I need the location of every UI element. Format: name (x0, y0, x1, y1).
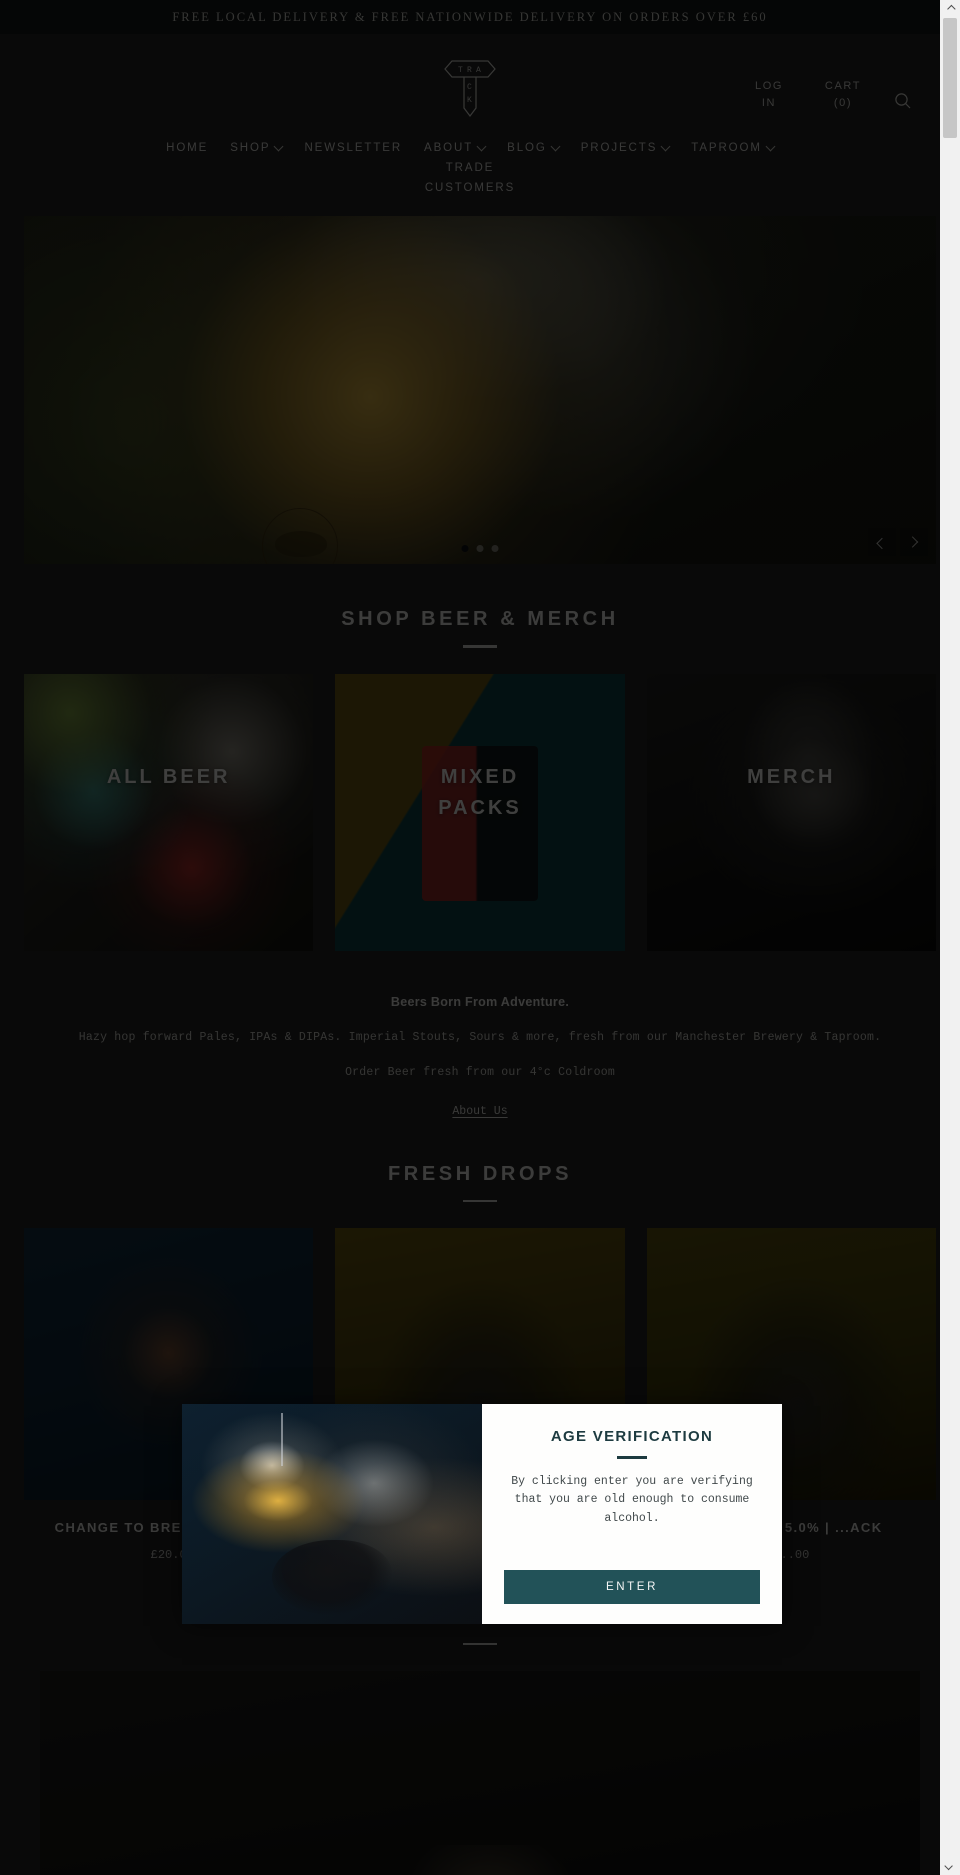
nav-item-shop[interactable]: SHOP (230, 138, 284, 158)
nav-label: ABOUT (424, 142, 474, 154)
chevron-down-icon (273, 141, 284, 151)
chevron-down-icon (660, 141, 671, 151)
nav-label: NEWSLETTER (304, 142, 403, 154)
nav-label: SHOP (230, 142, 271, 154)
age-verification-modal: AGE VERIFICATION By clicking enter you a… (182, 1404, 782, 1624)
nav-label: TRADE (445, 162, 495, 174)
nav-item-about[interactable]: ABOUT (424, 138, 487, 158)
page-root: FREE LOCAL DELIVERY & FREE NATIONWIDE DE… (0, 0, 960, 1875)
nav-row-3: CUSTOMERS (40, 178, 900, 198)
nav-item-trade-customers[interactable]: TRADE (446, 158, 494, 178)
shop-section-header: SHOP BEER & MERCH (0, 564, 960, 648)
shop-section-title: SHOP BEER & MERCH (341, 608, 619, 630)
login-link[interactable]: LOG IN (746, 78, 792, 112)
fresh-drops-header: FRESH DROPS (0, 1119, 960, 1202)
chevron-right-icon (906, 536, 919, 548)
chevron-left-icon (876, 537, 888, 550)
nav-item-blog[interactable]: BLOG (507, 138, 561, 158)
announcement-bar: FREE LOCAL DELIVERY & FREE NATIONWIDE DE… (0, 0, 940, 34)
search-icon[interactable] (894, 92, 912, 110)
nav-item-home[interactable]: HOME (166, 138, 208, 158)
chevron-down-icon (550, 141, 561, 151)
age-modal-title: AGE VERIFICATION (550, 1428, 714, 1445)
site-logo[interactable]: T R A C K (438, 52, 502, 120)
category-card-merch[interactable]: MERCH (646, 673, 936, 951)
about-us-link[interactable]: About Us (452, 1105, 507, 1118)
category-card-label: MERCH (747, 765, 836, 788)
intro-lead: Beers Born From Adventure. (390, 994, 570, 1009)
category-card-label-wrap: MERCH (647, 674, 936, 951)
scroll-down-icon[interactable] (940, 1857, 960, 1875)
age-modal-body: AGE VERIFICATION By clicking enter you a… (482, 1404, 782, 1624)
nav-item-newsletter[interactable]: NEWSLETTER (304, 138, 402, 158)
nav-label: BLOG (507, 142, 547, 154)
category-card-label: ALL BEER (106, 765, 231, 788)
age-modal-divider (617, 1456, 647, 1459)
svg-text:T: T (458, 66, 464, 75)
nav-row-2: TRADE (40, 158, 900, 178)
fresh-drops-title: FRESH DROPS (387, 1162, 573, 1185)
section-divider (463, 1199, 497, 1202)
category-card-label-wrap: ALL BEER (24, 674, 313, 951)
svg-text:K: K (467, 96, 473, 105)
scrollbar-thumb[interactable] (943, 18, 957, 138)
intro-block: Beers Born From Adventure. Hazy hop forw… (0, 951, 960, 1119)
section-divider (463, 1642, 497, 1646)
page-scrollbar[interactable] (940, 0, 960, 1875)
age-modal-image (182, 1404, 482, 1624)
cart-count: (0) (833, 97, 853, 110)
nav-label: HOME (166, 142, 209, 154)
tap-stream (281, 1412, 283, 1466)
nav-item-customers[interactable]: CUSTOMERS (425, 178, 515, 198)
category-card-all-beer[interactable]: ALL BEER (24, 673, 314, 951)
chevron-down-icon (476, 141, 487, 151)
enter-button[interactable]: ENTER (504, 1570, 760, 1604)
category-card-mixed-packs[interactable]: MIXED PACKS (335, 673, 625, 951)
nav-label: PROJECTS (580, 142, 658, 154)
chevron-down-icon (765, 141, 776, 151)
category-cards: ALL BEER MIXED PACKS MERCH (24, 673, 936, 951)
hero-carousel[interactable] (24, 216, 936, 564)
nav-item-taproom[interactable]: TAPROOM (691, 138, 776, 158)
announcement-text: FREE LOCAL DELIVERY & FREE NATIONWIDE DE… (172, 9, 768, 24)
svg-text:C: C (467, 83, 473, 92)
brand-roundel-icon (262, 508, 338, 564)
svg-text:A: A (476, 66, 482, 75)
nav-label: CUSTOMERS (424, 182, 516, 194)
main-nav: HOME SHOP NEWSLETTER ABOUT BLOG PROJECTS (0, 126, 940, 202)
cart-link[interactable]: CART (0) (820, 78, 866, 112)
age-modal-text: By clicking enter you are verifying that… (511, 1474, 753, 1526)
carousel-dots (461, 545, 499, 552)
carousel-prev-button[interactable] (868, 528, 896, 556)
carousel-arrows (868, 528, 928, 556)
category-card-label: MIXED PACKS (438, 765, 522, 819)
carousel-dot-1[interactable] (461, 545, 469, 552)
header-utilities: LOG IN CART (0) (746, 78, 912, 112)
hero-slide-image (24, 216, 936, 564)
cart-label: CART (824, 80, 862, 92)
carousel-dot-2[interactable] (476, 545, 484, 552)
site-header: T R A C K LOG IN CART (0) HOME SHOP NEWS… (0, 34, 940, 202)
nav-label: TAPROOM (691, 142, 762, 154)
scroll-up-icon[interactable] (940, 0, 960, 18)
carousel-next-button[interactable] (900, 528, 928, 556)
carousel-dot-3[interactable] (491, 545, 499, 552)
section-divider (463, 645, 497, 648)
intro-paragraph-1: Hazy hop forward Pales, IPAs & DIPAs. Im… (78, 1030, 882, 1044)
intro-paragraph-2: Order Beer fresh from our 4°c Coldroom (345, 1065, 615, 1079)
gloved-hand (272, 1540, 392, 1616)
nav-item-projects[interactable]: PROJECTS (580, 138, 671, 158)
category-card-label-wrap: MIXED PACKS (335, 674, 624, 951)
svg-text:R: R (467, 66, 473, 75)
kavu-banner[interactable] (40, 1671, 920, 1875)
